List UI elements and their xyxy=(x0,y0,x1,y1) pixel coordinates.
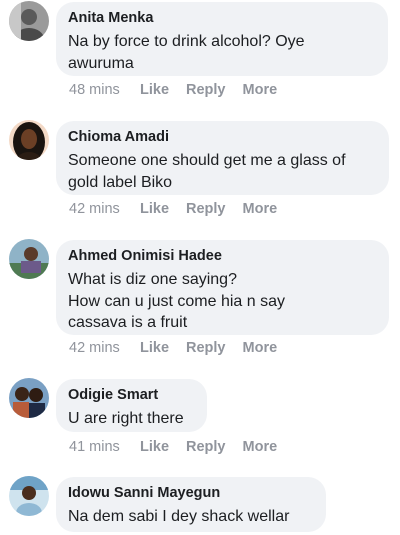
comment-bubble: Anita Menka Na by force to drink alcohol… xyxy=(56,2,388,76)
comment-bubble: Chioma Amadi Someone one should get me a… xyxy=(56,121,389,195)
comment-text: Na by force to drink alcohol? Oye awurum… xyxy=(68,33,305,72)
like-button[interactable]: Like xyxy=(140,437,169,457)
comment-bubble: Ahmed Onimisi Hadee What is diz one sayi… xyxy=(56,240,389,335)
like-button[interactable]: Like xyxy=(140,199,169,219)
reply-button[interactable]: Reply xyxy=(186,199,226,219)
comment-timestamp[interactable]: 48 mins xyxy=(69,80,140,100)
comment-actions: 42 mins Like Reply More xyxy=(69,338,294,358)
comment-actions: 48 mins Like Reply More xyxy=(69,80,294,100)
avatar[interactable] xyxy=(9,1,49,41)
like-button[interactable]: Like xyxy=(140,338,169,358)
reply-button[interactable]: Reply xyxy=(186,437,226,457)
more-button[interactable]: More xyxy=(243,437,278,457)
comment-timestamp[interactable]: 42 mins xyxy=(69,199,140,219)
comment-timestamp[interactable]: 42 mins xyxy=(69,338,140,358)
avatar[interactable] xyxy=(9,120,49,160)
reply-button[interactable]: Reply xyxy=(186,80,226,100)
comment-text: Someone one should get me a glass of gol… xyxy=(68,152,346,191)
comment-actions: 41 mins Like Reply More xyxy=(69,437,294,457)
comment-author[interactable]: Anita Menka xyxy=(68,8,376,28)
comment-author[interactable]: Ahmed Onimisi Hadee xyxy=(68,246,377,266)
more-button[interactable]: More xyxy=(243,80,278,100)
comment-author[interactable]: Chioma Amadi xyxy=(68,127,377,147)
comment-author[interactable]: Idowu Sanni Mayegun xyxy=(68,483,314,503)
comment-text: What is diz one saying? How can u just c… xyxy=(68,271,285,331)
comment-bubble: Odigie Smart U are right there xyxy=(56,379,207,432)
avatar[interactable] xyxy=(9,239,49,279)
comment-text: U are right there xyxy=(68,410,184,427)
more-button[interactable]: More xyxy=(243,199,278,219)
avatar[interactable] xyxy=(9,378,49,418)
avatar[interactable] xyxy=(9,476,49,516)
comment-actions: 42 mins Like Reply More xyxy=(69,199,294,219)
comment-text: Na dem sabi I dey shack wellar xyxy=(68,508,290,525)
comment-bubble: Idowu Sanni Mayegun Na dem sabi I dey sh… xyxy=(56,477,326,532)
reply-button[interactable]: Reply xyxy=(186,338,226,358)
like-button[interactable]: Like xyxy=(140,80,169,100)
comment-author[interactable]: Odigie Smart xyxy=(68,385,195,405)
more-button[interactable]: More xyxy=(243,338,278,358)
comment-timestamp[interactable]: 41 mins xyxy=(69,437,140,457)
